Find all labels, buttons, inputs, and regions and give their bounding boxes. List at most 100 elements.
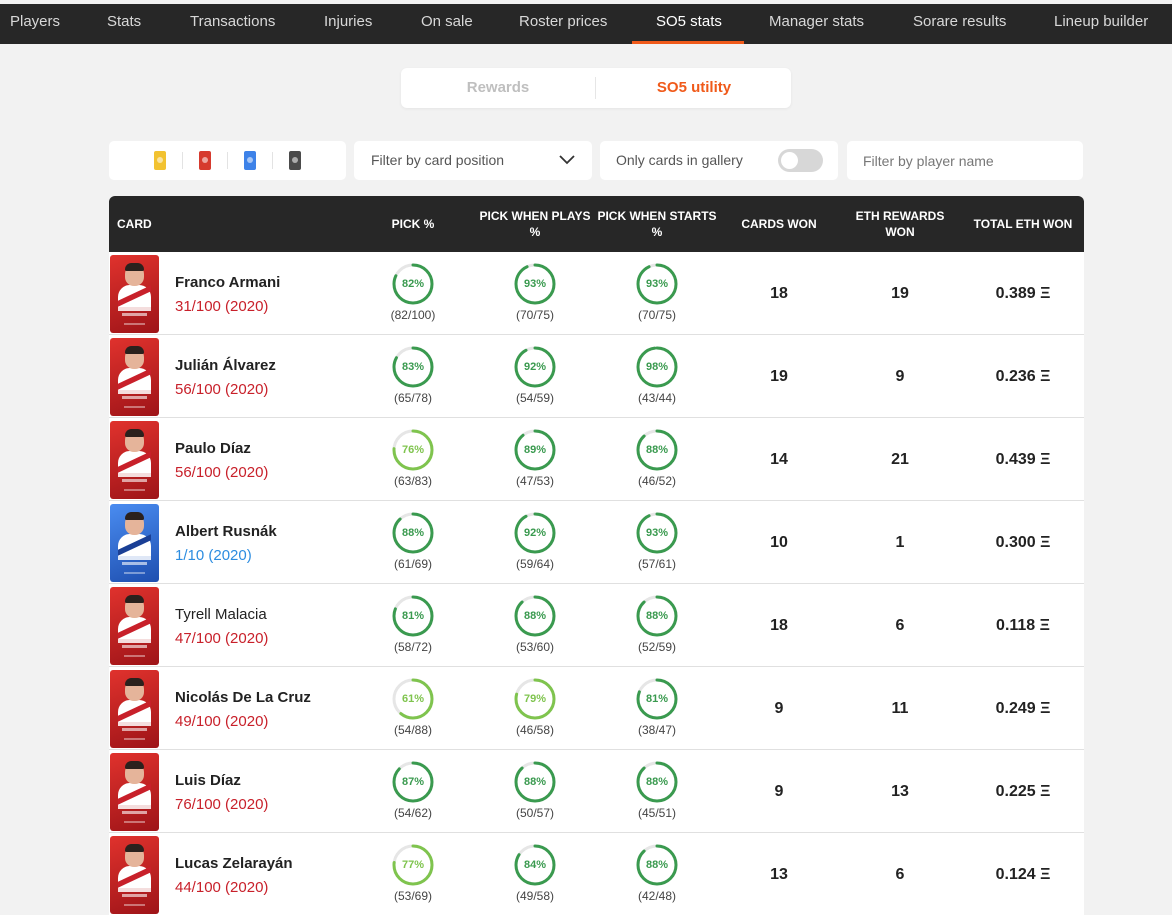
fraction-value: (42/48) (637, 889, 677, 903)
tab-manager-stats[interactable]: Manager stats (769, 4, 864, 44)
percentage-ring: 88% (513, 594, 557, 638)
table-row[interactable]: Albert Rusnák 1/10 (2020) 88% (61/69) 92% (59… (109, 501, 1084, 584)
percentage-ring: 93% (635, 511, 679, 555)
player-name[interactable]: Julián Álvarez (175, 357, 276, 374)
percentage-ring: 84% (513, 843, 557, 887)
active-tab-indicator (632, 41, 744, 44)
table-row[interactable]: Tyrell Malacia 47/100 (2020) 81% (58/72) 88%… (109, 584, 1084, 667)
player-name[interactable]: Albert Rusnák (175, 523, 277, 540)
percentage-ring: 88% (635, 594, 679, 638)
percentage-value: 83% (401, 361, 425, 373)
tab-on-sale[interactable]: On sale (421, 4, 473, 44)
table-row[interactable]: Paulo Díaz 56/100 (2020) 76% (63/83) 89% (47/… (109, 418, 1084, 501)
percentage-ring: 87% (391, 760, 435, 804)
chevron-down-icon (559, 155, 575, 165)
fraction-value: (38/47) (637, 723, 677, 737)
fraction-value: (59/64) (515, 557, 555, 571)
eth-rewards-value: 9 (895, 368, 905, 385)
so5-utility-toggle[interactable]: SO5 utility (597, 68, 791, 108)
col-pick[interactable]: PICK % (363, 196, 463, 252)
percentage-ring: 77% (391, 843, 435, 887)
limited-rarity-icon[interactable] (154, 151, 166, 170)
tab-players[interactable]: Players (10, 4, 60, 44)
player-card-image[interactable] (110, 421, 159, 499)
percentage-value: 81% (645, 693, 669, 705)
fraction-value: (58/72) (393, 640, 433, 654)
player-name[interactable]: Nicolás De La Cruz (175, 689, 311, 706)
total-eth-value: 0.236 Ξ (995, 368, 1051, 385)
gallery-toggle[interactable] (778, 149, 823, 172)
tab-injuries[interactable]: Injuries (324, 4, 372, 44)
percentage-value: 98% (645, 361, 669, 373)
player-card-image[interactable] (110, 753, 159, 831)
tab-roster-prices[interactable]: Roster prices (519, 4, 607, 44)
percentage-ring: 88% (635, 843, 679, 887)
fraction-value: (45/51) (637, 806, 677, 820)
player-card-image[interactable] (110, 670, 159, 748)
percentage-value: 81% (401, 610, 425, 622)
player-name[interactable]: Franco Armani (175, 274, 280, 291)
card-position-select[interactable]: Filter by card position (354, 141, 592, 180)
percentage-value: 88% (523, 776, 547, 788)
rewards-toggle[interactable]: Rewards (401, 68, 595, 108)
percentage-ring: 98% (635, 345, 679, 389)
player-card-image[interactable] (110, 587, 159, 665)
percentage-value: 79% (523, 693, 547, 705)
player-name[interactable]: Tyrell Malacia (175, 606, 267, 623)
fraction-value: (46/52) (637, 474, 677, 488)
col-pick-when-starts[interactable]: PICK WHEN STARTS % (595, 196, 719, 252)
divider (182, 152, 183, 169)
percentage-value: 88% (523, 610, 547, 622)
card-serial: 1/10 (2020) (175, 547, 252, 564)
table-row[interactable]: Franco Armani 31/100 (2020) 82% (82/100) 93%… (109, 252, 1084, 335)
tab-sorare-results[interactable]: Sorare results (913, 4, 1006, 44)
fraction-value: (46/58) (515, 723, 555, 737)
col-eth-rewards-won[interactable]: ETH REWARDS WON (845, 196, 955, 252)
col-card[interactable]: CARD (117, 196, 152, 252)
percentage-value: 77% (401, 859, 425, 871)
percentage-value: 93% (645, 278, 669, 290)
cards-won-value: 9 (774, 700, 784, 717)
percentage-ring: 76% (391, 428, 435, 472)
player-name[interactable]: Paulo Díaz (175, 440, 251, 457)
player-name[interactable]: Luis Díaz (175, 772, 241, 789)
fraction-value: (53/69) (393, 889, 433, 903)
percentage-ring: 79% (513, 677, 557, 721)
col-cards-won[interactable]: CARDS WON (729, 196, 829, 252)
table-row[interactable]: Luis Díaz 76/100 (2020) 87% (54/62) 88% (50/5… (109, 750, 1084, 833)
tab-so5-stats[interactable]: SO5 stats (656, 4, 722, 44)
unique-rarity-icon[interactable] (289, 151, 301, 170)
total-eth-value: 0.118 Ξ (996, 617, 1050, 634)
table-row[interactable]: Lucas Zelarayán 44/100 (2020) 77% (53/69) 84… (109, 833, 1084, 915)
tab-lineup-builder[interactable]: Lineup builder (1054, 4, 1148, 44)
player-card-image[interactable] (110, 338, 159, 416)
percentage-value: 88% (401, 527, 425, 539)
fraction-value: (61/69) (393, 557, 433, 571)
percentage-ring: 81% (391, 594, 435, 638)
player-card-image[interactable] (110, 836, 159, 914)
divider (227, 152, 228, 169)
col-pick-when-plays[interactable]: PICK WHEN PLAYS % (478, 196, 592, 252)
card-serial: 44/100 (2020) (175, 879, 269, 896)
player-card-image[interactable] (110, 255, 159, 333)
super-rare-rarity-icon[interactable] (244, 151, 256, 170)
tab-stats[interactable]: Stats (107, 4, 141, 44)
percentage-ring: 89% (513, 428, 557, 472)
divider (272, 152, 273, 169)
percentage-ring: 61% (391, 677, 435, 721)
percentage-value: 61% (401, 693, 425, 705)
eth-rewards-value: 6 (895, 617, 905, 634)
player-card-image[interactable] (110, 504, 159, 582)
percentage-ring: 92% (513, 345, 557, 389)
eth-rewards-value: 1 (895, 534, 905, 551)
player-name-search-input[interactable] (847, 141, 1083, 180)
col-total-eth-won[interactable]: TOTAL ETH WON (967, 196, 1079, 252)
table-row[interactable]: Julián Álvarez 56/100 (2020) 83% (65/78) 92%… (109, 335, 1084, 418)
table-row[interactable]: Nicolás De La Cruz 49/100 (2020) 61% (54/88… (109, 667, 1084, 750)
tab-transactions[interactable]: Transactions (190, 4, 275, 44)
eth-rewards-value: 13 (891, 783, 909, 800)
percentage-ring: 88% (635, 428, 679, 472)
card-serial: 31/100 (2020) (175, 298, 269, 315)
rare-rarity-icon[interactable] (199, 151, 211, 170)
player-name[interactable]: Lucas Zelarayán (175, 855, 293, 872)
